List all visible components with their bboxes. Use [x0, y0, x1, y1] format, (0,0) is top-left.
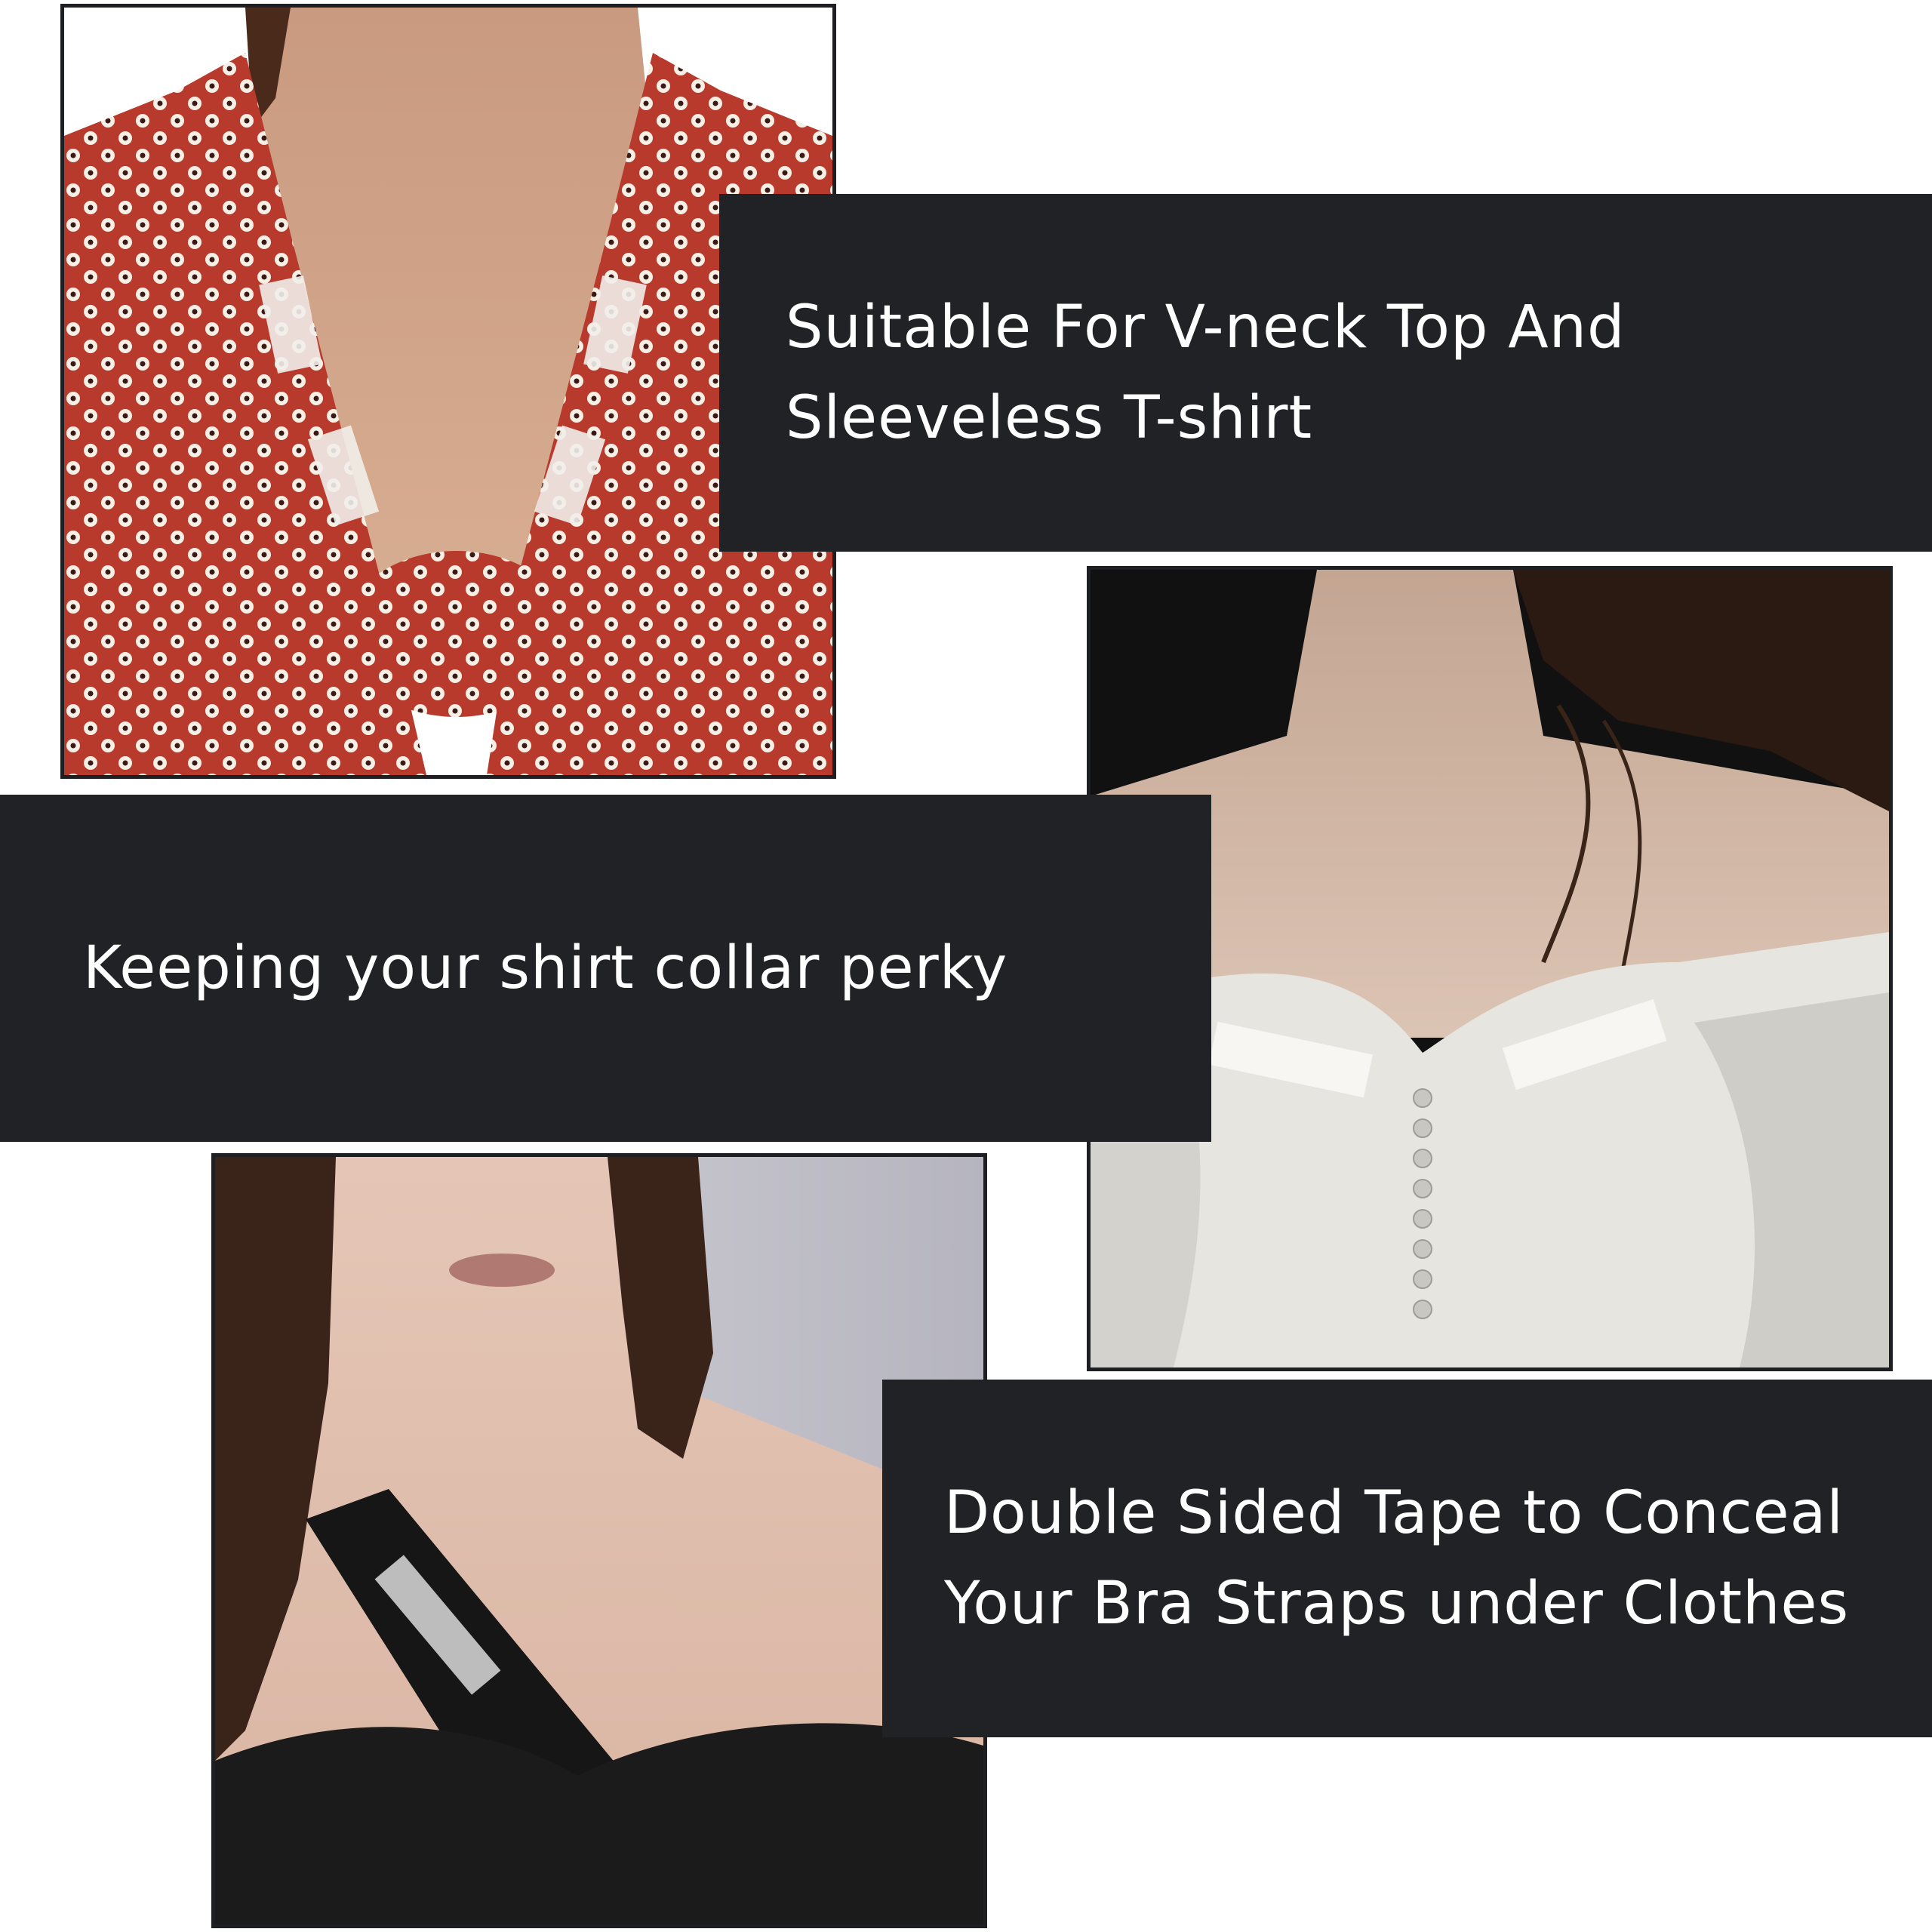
bra-strap-caption: Double Sided Tape to Conceal Your Bra St… [944, 1479, 1850, 1638]
bra-strap-photo [211, 1153, 987, 1928]
bra-strap-illustration [215, 1157, 983, 1924]
vneck-caption-panel: Suitable For V-neck Top And Sleeveless T… [719, 194, 1932, 552]
bra-strap-caption-panel: Double Sided Tape to Conceal Your Bra St… [882, 1380, 1932, 1737]
vneck-top-illustration [64, 8, 832, 775]
collar-caption: Keeping your shirt collar perky [83, 934, 1008, 1002]
collar-caption-panel: Keeping your shirt collar perky [0, 795, 1211, 1142]
vneck-caption: Suitable For V-neck Top And Sleeveless T… [786, 294, 1626, 452]
